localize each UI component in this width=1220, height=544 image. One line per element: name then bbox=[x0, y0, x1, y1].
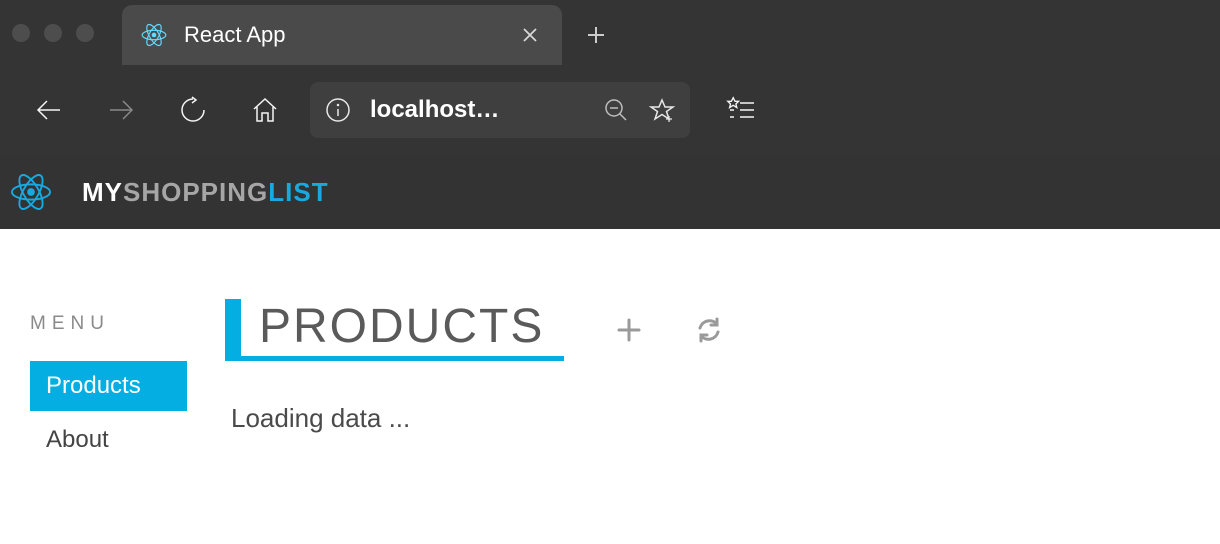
window-close-button[interactable] bbox=[12, 24, 30, 42]
page-title: PRODUCTS bbox=[241, 299, 564, 356]
sidebar: MENU Products About bbox=[0, 229, 205, 544]
sidebar-item-products[interactable]: Products bbox=[30, 361, 187, 411]
home-button[interactable] bbox=[234, 79, 296, 141]
tab-close-button[interactable] bbox=[516, 21, 544, 49]
react-favicon-icon bbox=[140, 21, 168, 49]
favorite-add-icon[interactable] bbox=[648, 96, 676, 124]
window-controls bbox=[12, 24, 122, 42]
forward-button[interactable] bbox=[90, 79, 152, 141]
address-bar[interactable]: localhost… bbox=[310, 82, 690, 138]
back-button[interactable] bbox=[18, 79, 80, 141]
page-heading: PRODUCTS bbox=[225, 299, 564, 361]
new-tab-button[interactable] bbox=[566, 5, 626, 65]
title-part-shopping: SHOPPING bbox=[123, 177, 268, 207]
title-part-my: MY bbox=[82, 177, 123, 207]
tab-title: React App bbox=[184, 22, 500, 48]
menu-heading: MENU bbox=[30, 313, 205, 335]
browser-tab[interactable]: React App bbox=[122, 5, 562, 65]
app-title: MYSHOPPINGLIST bbox=[82, 177, 329, 208]
reload-button[interactable] bbox=[162, 79, 224, 141]
loading-status: Loading data ... bbox=[225, 403, 724, 434]
info-icon[interactable] bbox=[324, 96, 352, 124]
window-minimize-button[interactable] bbox=[44, 24, 62, 42]
heading-accent-bar bbox=[225, 299, 241, 356]
heading-row: PRODUCTS bbox=[225, 299, 724, 361]
tab-strip: React App bbox=[0, 0, 1220, 65]
zoom-out-icon[interactable] bbox=[602, 96, 630, 124]
title-part-list: LIST bbox=[268, 177, 328, 207]
favorites-list-button[interactable] bbox=[710, 79, 772, 141]
browser-toolbar: localhost… bbox=[0, 65, 1220, 155]
page-body: MENU Products About PRODUCTS Loading dat bbox=[0, 229, 1220, 544]
refresh-button[interactable] bbox=[694, 315, 724, 345]
app-header: MYSHOPPINGLIST bbox=[0, 155, 1220, 229]
browser-chrome: React App localhost… bbox=[0, 0, 1220, 155]
url-text: localhost… bbox=[370, 96, 584, 124]
main-content: PRODUCTS Loading data ... bbox=[205, 229, 744, 544]
react-logo-icon bbox=[8, 169, 54, 215]
sidebar-item-about[interactable]: About bbox=[30, 415, 187, 465]
window-maximize-button[interactable] bbox=[76, 24, 94, 42]
add-product-button[interactable] bbox=[614, 315, 644, 345]
